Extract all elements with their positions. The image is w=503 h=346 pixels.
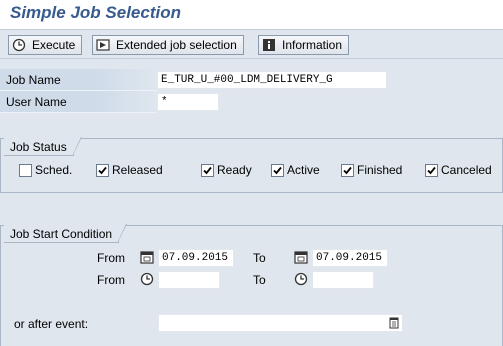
search-help-icon[interactable] — [387, 316, 401, 330]
execute-button[interactable]: Execute — [8, 35, 83, 55]
status-released-label: Released — [112, 163, 163, 177]
status-released-checkbox[interactable]: Released — [96, 163, 163, 177]
time-to-input[interactable] — [312, 271, 374, 289]
checkmark-icon — [427, 166, 436, 174]
checkbox-box[interactable] — [271, 163, 284, 177]
date-to-input[interactable]: 07.09.2015 — [312, 249, 388, 267]
job-status-group: Job Status Sched. Released Ready Active … — [0, 137, 503, 193]
event-label: or after event: — [14, 317, 89, 331]
date-from-label: From — [97, 251, 125, 265]
status-canceled-checkbox[interactable]: Canceled — [425, 163, 492, 177]
extended-job-selection-button[interactable]: Extended job selection — [92, 35, 244, 55]
status-finished-checkbox[interactable]: Finished — [341, 163, 402, 177]
checkmark-icon — [203, 166, 212, 174]
extended-selection-icon — [96, 38, 110, 52]
date-from-input[interactable]: 07.09.2015 — [158, 249, 234, 267]
application-toolbar: Execute Extended job selection Informati… — [0, 31, 503, 59]
checkmark-icon — [98, 166, 107, 174]
information-button[interactable]: Information — [258, 35, 350, 55]
checkbox-box[interactable] — [341, 163, 354, 177]
job-start-condition-group: Job Start Condition From 07.09.2015 To 0… — [0, 224, 503, 346]
checkbox-box[interactable] — [19, 163, 32, 177]
calendar-icon[interactable] — [294, 250, 308, 264]
job-status-title: Job Status — [4, 137, 82, 156]
title-bar: Simple Job Selection — [0, 0, 503, 30]
checkbox-box[interactable] — [425, 163, 438, 177]
time-from-input[interactable] — [158, 271, 220, 289]
status-canceled-label: Canceled — [441, 163, 492, 177]
job-name-input[interactable]: E_TUR_U_#00_LDM_DELIVERY_G — [157, 71, 387, 89]
information-icon — [262, 38, 276, 52]
status-ready-checkbox[interactable]: Ready — [201, 163, 252, 177]
clock-icon[interactable] — [140, 272, 154, 286]
execute-label: Execute — [32, 38, 76, 52]
checkmark-icon — [343, 166, 352, 174]
status-sched-label: Sched. — [35, 163, 73, 177]
event-input[interactable] — [158, 314, 403, 332]
job-start-condition-title: Job Start Condition — [4, 224, 128, 243]
user-name-label: User Name — [0, 91, 157, 113]
page-title: Simple Job Selection — [10, 3, 181, 22]
checkbox-box[interactable] — [201, 163, 214, 177]
selection-fields: Job Name E_TUR_U_#00_LDM_DELIVERY_G User… — [0, 66, 503, 114]
user-name-input[interactable]: * — [157, 93, 219, 111]
information-label: Information — [282, 38, 343, 52]
execute-clock-icon — [12, 38, 26, 52]
clock-icon[interactable] — [294, 272, 308, 286]
calendar-icon[interactable] — [140, 250, 154, 264]
status-active-label: Active — [287, 163, 320, 177]
status-ready-label: Ready — [217, 163, 252, 177]
user-name-row: User Name * — [0, 91, 503, 113]
status-sched-checkbox[interactable]: Sched. — [19, 163, 72, 177]
time-to-label: To — [253, 273, 266, 287]
date-to-label: To — [253, 251, 266, 265]
status-finished-label: Finished — [357, 163, 403, 177]
status-active-checkbox[interactable]: Active — [271, 163, 320, 177]
checkbox-box[interactable] — [96, 163, 109, 177]
extended-job-selection-label: Extended job selection — [116, 38, 237, 52]
checkmark-icon — [273, 166, 282, 174]
job-name-label: Job Name — [0, 69, 157, 91]
time-from-label: From — [97, 273, 125, 287]
job-name-row: Job Name E_TUR_U_#00_LDM_DELIVERY_G — [0, 69, 503, 91]
